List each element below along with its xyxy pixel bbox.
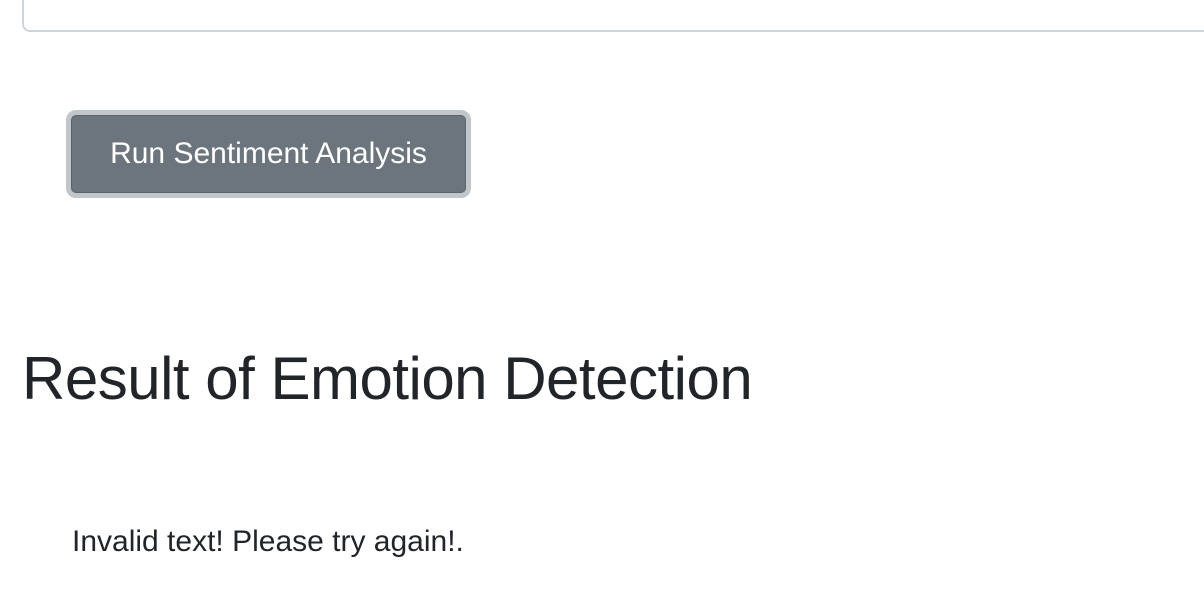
page: Run Sentiment Analysis Result of Emotion…: [0, 0, 1204, 608]
result-message: Invalid text! Please try again!.: [72, 525, 464, 558]
run-sentiment-analysis-button[interactable]: Run Sentiment Analysis: [66, 110, 471, 198]
result-heading: Result of Emotion Detection: [22, 345, 753, 412]
text-input-area[interactable]: [22, 0, 1204, 32]
run-button-label: Run Sentiment Analysis: [110, 137, 427, 170]
